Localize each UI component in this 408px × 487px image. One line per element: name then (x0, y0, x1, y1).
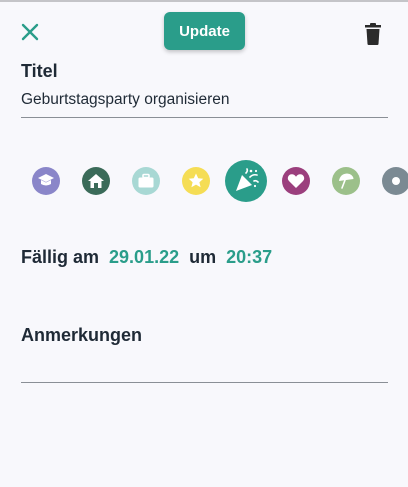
category-home[interactable] (82, 167, 110, 195)
briefcase-icon (138, 173, 154, 188)
home-icon (88, 174, 104, 188)
due-label: Fällig am (21, 247, 100, 267)
notes-label: Anmerkungen (21, 325, 143, 345)
update-button[interactable]: Update (164, 12, 245, 50)
title-label: Titel (21, 61, 58, 81)
close-icon (21, 23, 39, 41)
category-picker (0, 158, 408, 204)
category-education[interactable] (32, 167, 60, 195)
beach-umbrella-icon (339, 173, 354, 189)
top-divider (0, 0, 408, 2)
category-more[interactable] (382, 167, 408, 195)
title-input[interactable] (21, 88, 388, 118)
heart-icon (287, 174, 305, 188)
due-row: Fällig am 29.01.22 um 20:37 (21, 247, 272, 271)
due-date[interactable]: 29.01.22 (109, 247, 179, 268)
due-time[interactable]: 20:37 (226, 247, 272, 268)
delete-button[interactable] (362, 22, 384, 46)
category-love[interactable] (282, 167, 310, 195)
party-popper-icon (236, 168, 259, 191)
due-connector: um (189, 247, 217, 267)
category-favorite[interactable] (182, 167, 210, 195)
category-vacation[interactable] (332, 167, 360, 195)
category-icon (392, 177, 400, 185)
graduation-cap-icon (38, 174, 54, 186)
star-icon (188, 173, 204, 188)
close-button[interactable] (19, 21, 41, 43)
notes-input[interactable] (21, 352, 388, 383)
category-work[interactable] (132, 167, 160, 195)
trash-icon (365, 23, 381, 45)
category-party[interactable] (225, 160, 267, 202)
